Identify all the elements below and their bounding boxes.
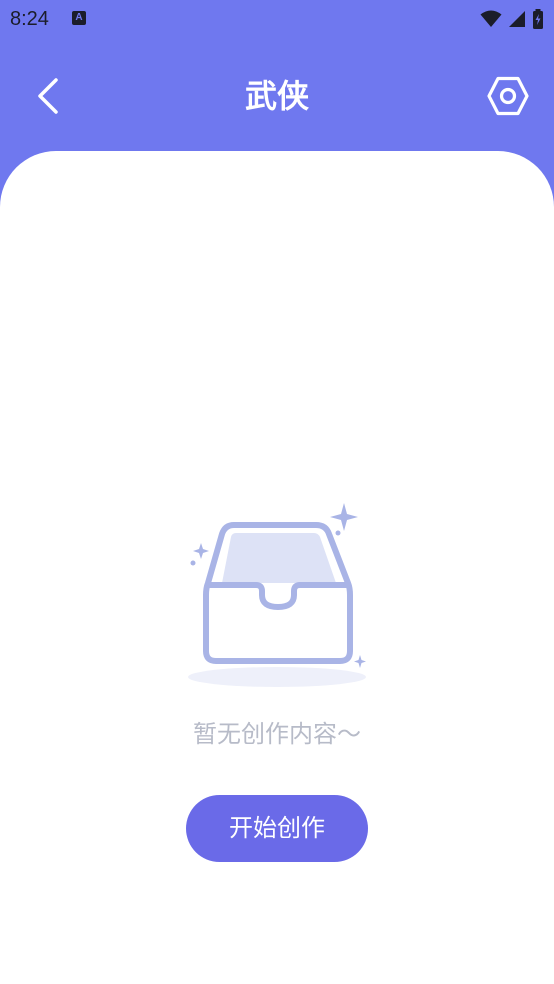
cell-signal-icon <box>509 11 525 27</box>
battery-icon <box>533 9 543 29</box>
status-bar: 8:24 A <box>0 0 554 38</box>
top-app-bar: 武侠 <box>0 38 554 150</box>
start-creating-button[interactable]: 开始创作 <box>186 795 368 862</box>
wifi-icon <box>480 10 502 27</box>
status-icons <box>480 9 544 29</box>
notification-app-icon: A <box>72 11 86 25</box>
content-area: 暂无创作内容～ 开始创作 <box>0 151 554 984</box>
settings-button[interactable] <box>482 70 534 122</box>
page-title: 武侠 <box>244 77 309 115</box>
empty-state-message: 暂无创作内容～ <box>193 720 361 748</box>
status-time: 8:24 <box>10 8 49 30</box>
empty-inbox-icon <box>188 503 366 687</box>
app-screen: 8:24 A 武侠 暂无创作内容～ 开始创作 <box>0 0 554 984</box>
hexagon-settings-icon <box>487 76 529 116</box>
